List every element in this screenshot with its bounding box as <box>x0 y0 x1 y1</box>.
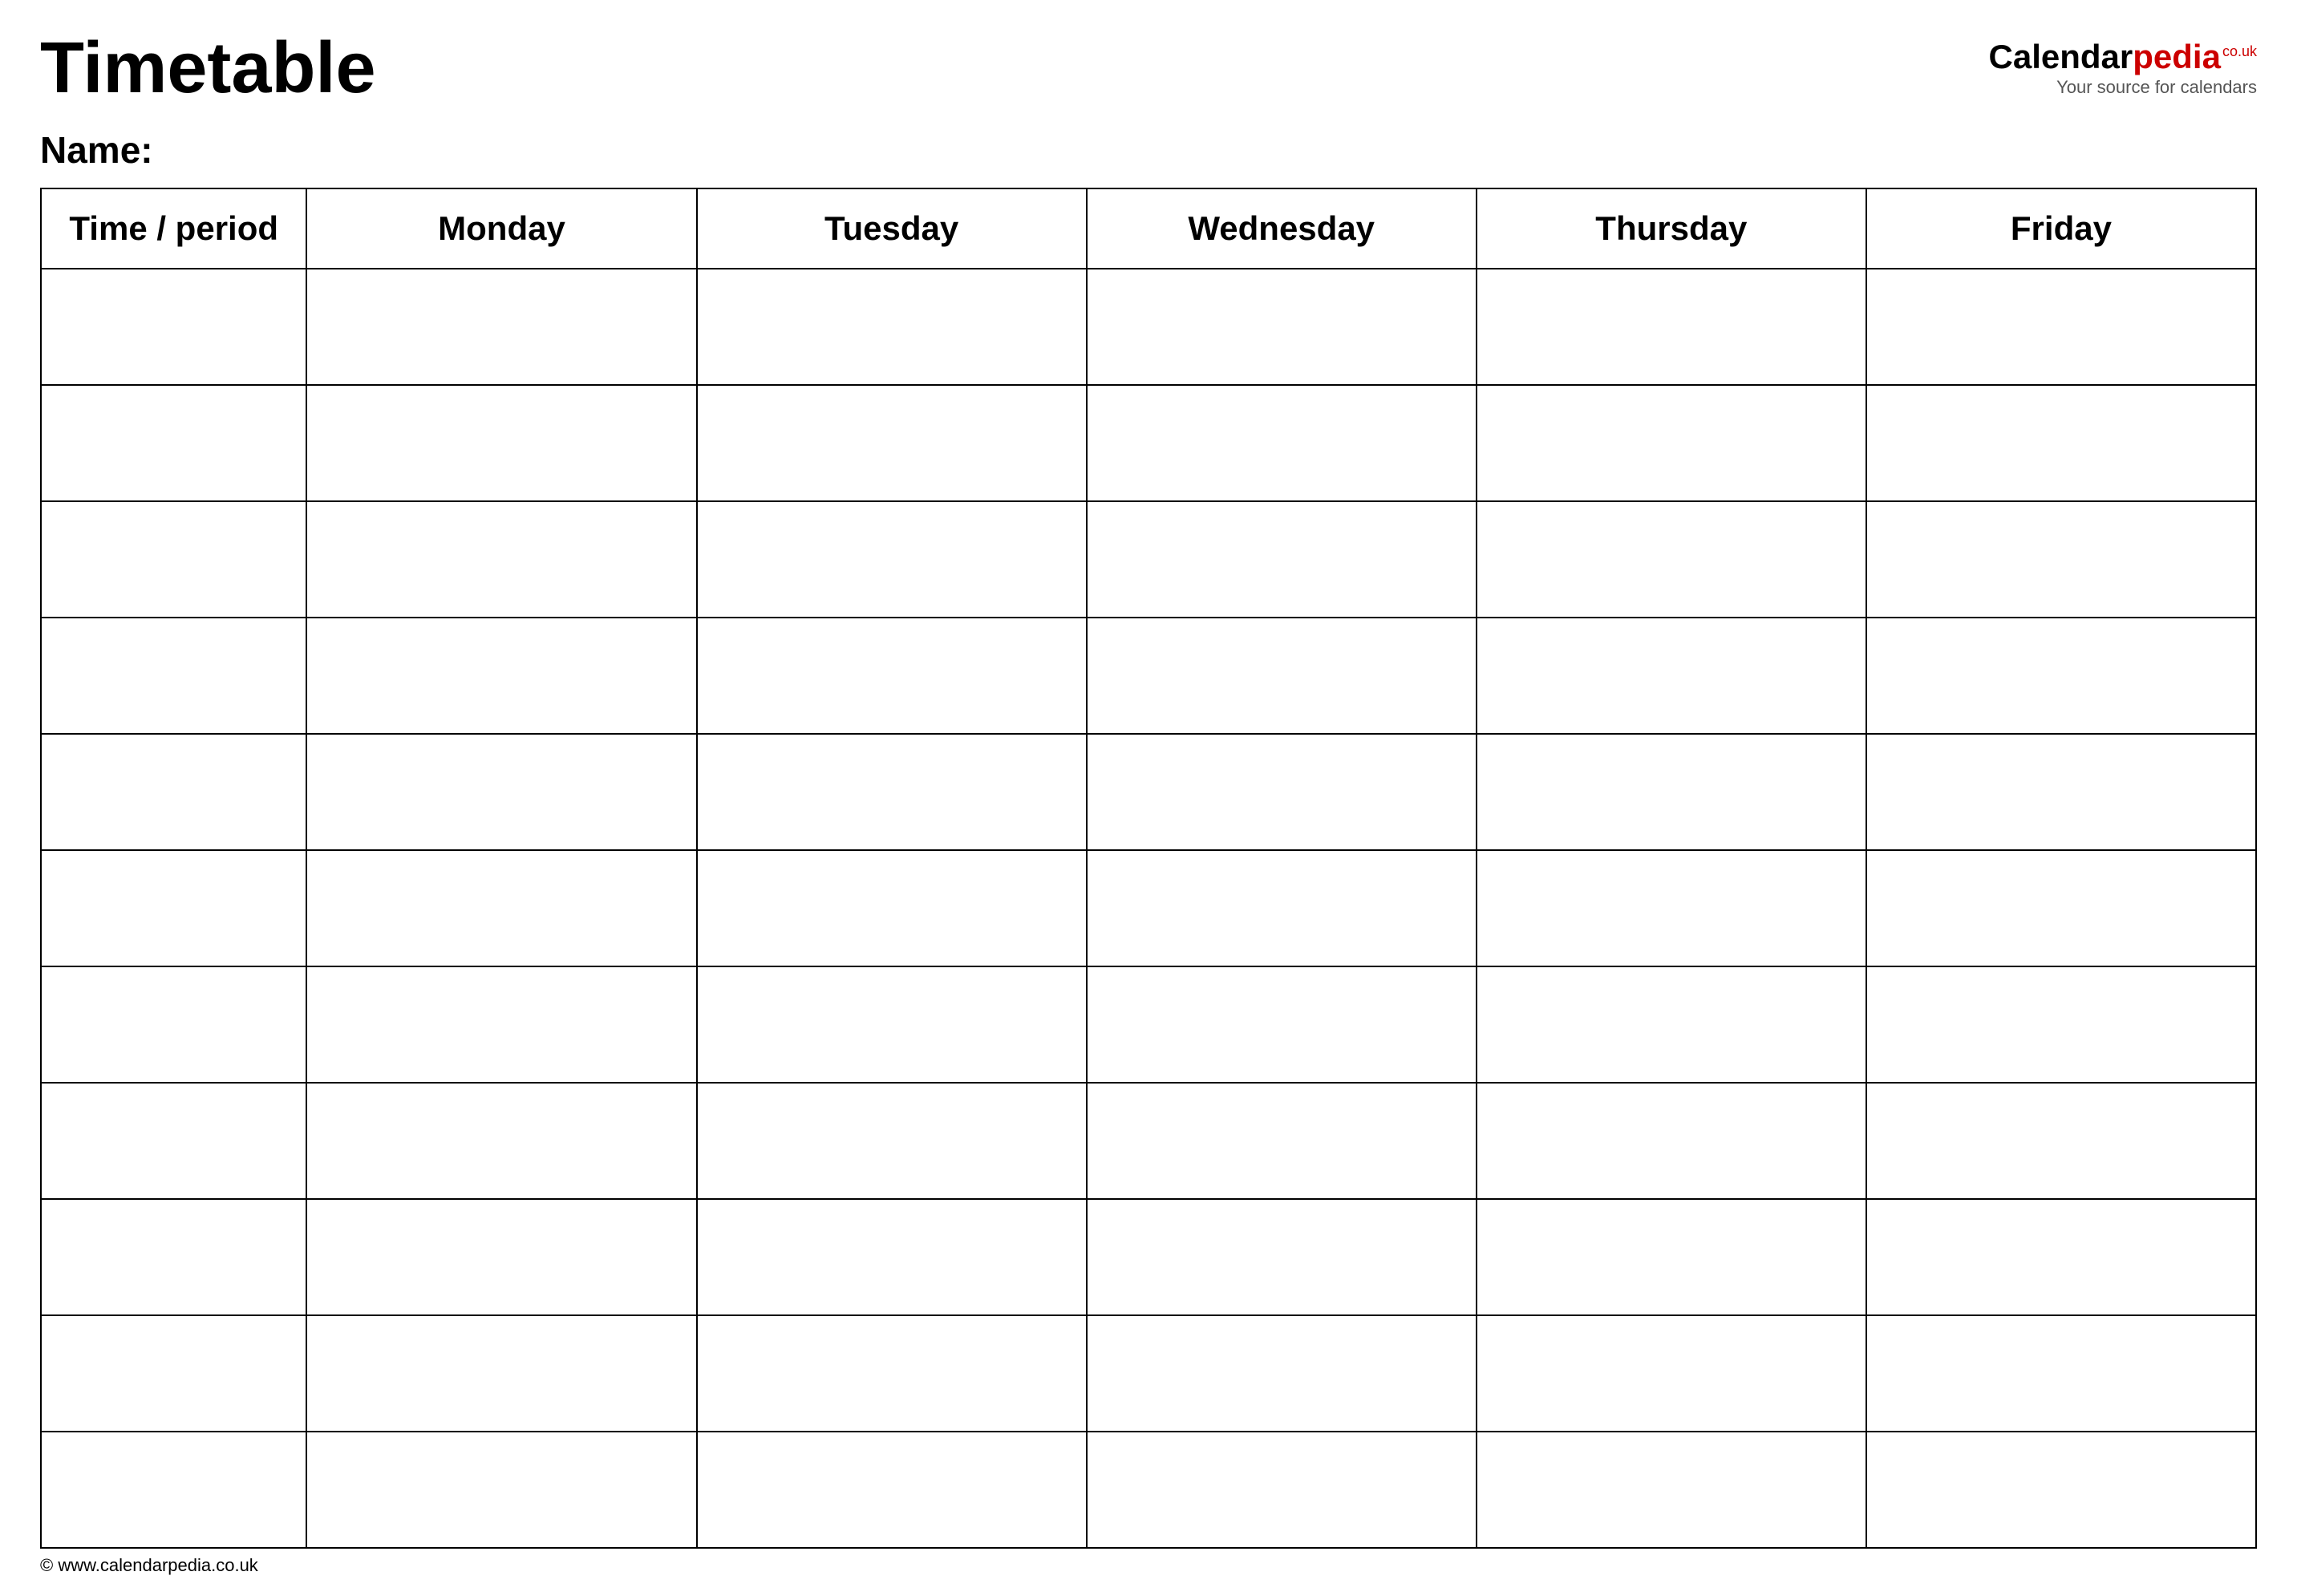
day-cell[interactable] <box>1087 269 1477 385</box>
logo-tld: co.uk <box>2222 43 2257 59</box>
day-cell[interactable] <box>1477 269 1866 385</box>
table-row <box>41 1083 2256 1199</box>
time-cell[interactable] <box>41 734 306 850</box>
day-cell[interactable] <box>1087 501 1477 618</box>
day-cell[interactable] <box>1866 618 2256 734</box>
day-cell[interactable] <box>1477 501 1866 618</box>
day-cell[interactable] <box>306 1083 696 1199</box>
day-cell[interactable] <box>1087 385 1477 501</box>
footer: © www.calendarpedia.co.uk <box>40 1555 258 1576</box>
table-row <box>41 1199 2256 1315</box>
day-cell[interactable] <box>1087 734 1477 850</box>
day-cell[interactable] <box>1477 618 1866 734</box>
col-header-thursday: Thursday <box>1477 188 1866 269</box>
day-cell[interactable] <box>697 1199 1087 1315</box>
day-cell[interactable] <box>1866 385 2256 501</box>
timetable: Time / period Monday Tuesday Wednesday T… <box>40 188 2257 1549</box>
page-title: Timetable <box>40 32 376 104</box>
day-cell[interactable] <box>1866 269 2256 385</box>
day-cell[interactable] <box>306 385 696 501</box>
time-cell[interactable] <box>41 618 306 734</box>
day-cell[interactable] <box>306 850 696 966</box>
day-cell[interactable] <box>1866 1083 2256 1199</box>
time-cell[interactable] <box>41 966 306 1083</box>
day-cell[interactable] <box>697 269 1087 385</box>
table-row <box>41 734 2256 850</box>
day-cell[interactable] <box>1477 1432 1866 1548</box>
table-row <box>41 618 2256 734</box>
page-header: Timetable Calendarpediaco.uk Your source… <box>40 32 2257 104</box>
table-row <box>41 501 2256 618</box>
day-cell[interactable] <box>697 734 1087 850</box>
day-cell[interactable] <box>697 1315 1087 1432</box>
day-cell[interactable] <box>697 966 1087 1083</box>
table-row <box>41 1315 2256 1432</box>
logo-text: Calendarpediaco.uk <box>1989 40 2257 74</box>
day-cell[interactable] <box>1866 966 2256 1083</box>
day-cell[interactable] <box>1477 850 1866 966</box>
day-cell[interactable] <box>306 1199 696 1315</box>
table-header-row: Time / period Monday Tuesday Wednesday T… <box>41 188 2256 269</box>
logo-container: Calendarpediaco.uk Your source for calen… <box>1989 32 2257 98</box>
day-cell[interactable] <box>306 1315 696 1432</box>
table-row <box>41 1432 2256 1548</box>
day-cell[interactable] <box>1087 966 1477 1083</box>
table-row <box>41 269 2256 385</box>
day-cell[interactable] <box>306 734 696 850</box>
day-cell[interactable] <box>1087 1083 1477 1199</box>
time-cell[interactable] <box>41 501 306 618</box>
day-cell[interactable] <box>1477 385 1866 501</box>
day-cell[interactable] <box>1087 618 1477 734</box>
day-cell[interactable] <box>1087 1315 1477 1432</box>
day-cell[interactable] <box>1866 501 2256 618</box>
col-header-tuesday: Tuesday <box>697 188 1087 269</box>
day-cell[interactable] <box>1866 850 2256 966</box>
day-cell[interactable] <box>1477 1083 1866 1199</box>
table-row <box>41 850 2256 966</box>
day-cell[interactable] <box>1866 734 2256 850</box>
name-row: Name: <box>40 128 2257 172</box>
time-cell[interactable] <box>41 1083 306 1199</box>
day-cell[interactable] <box>697 850 1087 966</box>
col-header-monday: Monday <box>306 188 696 269</box>
day-cell[interactable] <box>697 1432 1087 1548</box>
day-cell[interactable] <box>306 618 696 734</box>
day-cell[interactable] <box>306 1432 696 1548</box>
time-cell[interactable] <box>41 1199 306 1315</box>
day-cell[interactable] <box>1477 1315 1866 1432</box>
time-cell[interactable] <box>41 385 306 501</box>
col-header-friday: Friday <box>1866 188 2256 269</box>
day-cell[interactable] <box>697 618 1087 734</box>
footer-url: © www.calendarpedia.co.uk <box>40 1555 258 1575</box>
day-cell[interactable] <box>1866 1432 2256 1548</box>
time-cell[interactable] <box>41 269 306 385</box>
day-cell[interactable] <box>1087 1199 1477 1315</box>
day-cell[interactable] <box>306 966 696 1083</box>
logo-pedia: pedia <box>2133 38 2221 75</box>
day-cell[interactable] <box>306 269 696 385</box>
day-cell[interactable] <box>1477 966 1866 1083</box>
col-header-time: Time / period <box>41 188 306 269</box>
day-cell[interactable] <box>697 385 1087 501</box>
logo-tagline: Your source for calendars <box>2056 77 2257 98</box>
col-header-wednesday: Wednesday <box>1087 188 1477 269</box>
time-cell[interactable] <box>41 850 306 966</box>
time-cell[interactable] <box>41 1432 306 1548</box>
table-row <box>41 966 2256 1083</box>
day-cell[interactable] <box>1087 850 1477 966</box>
day-cell[interactable] <box>1866 1315 2256 1432</box>
day-cell[interactable] <box>1477 1199 1866 1315</box>
day-cell[interactable] <box>697 501 1087 618</box>
day-cell[interactable] <box>1087 1432 1477 1548</box>
time-cell[interactable] <box>41 1315 306 1432</box>
day-cell[interactable] <box>1477 734 1866 850</box>
day-cell[interactable] <box>1866 1199 2256 1315</box>
day-cell[interactable] <box>697 1083 1087 1199</box>
logo-calendar: Calendar <box>1989 38 2133 75</box>
day-cell[interactable] <box>306 501 696 618</box>
name-label: Name: <box>40 129 153 171</box>
table-row <box>41 385 2256 501</box>
